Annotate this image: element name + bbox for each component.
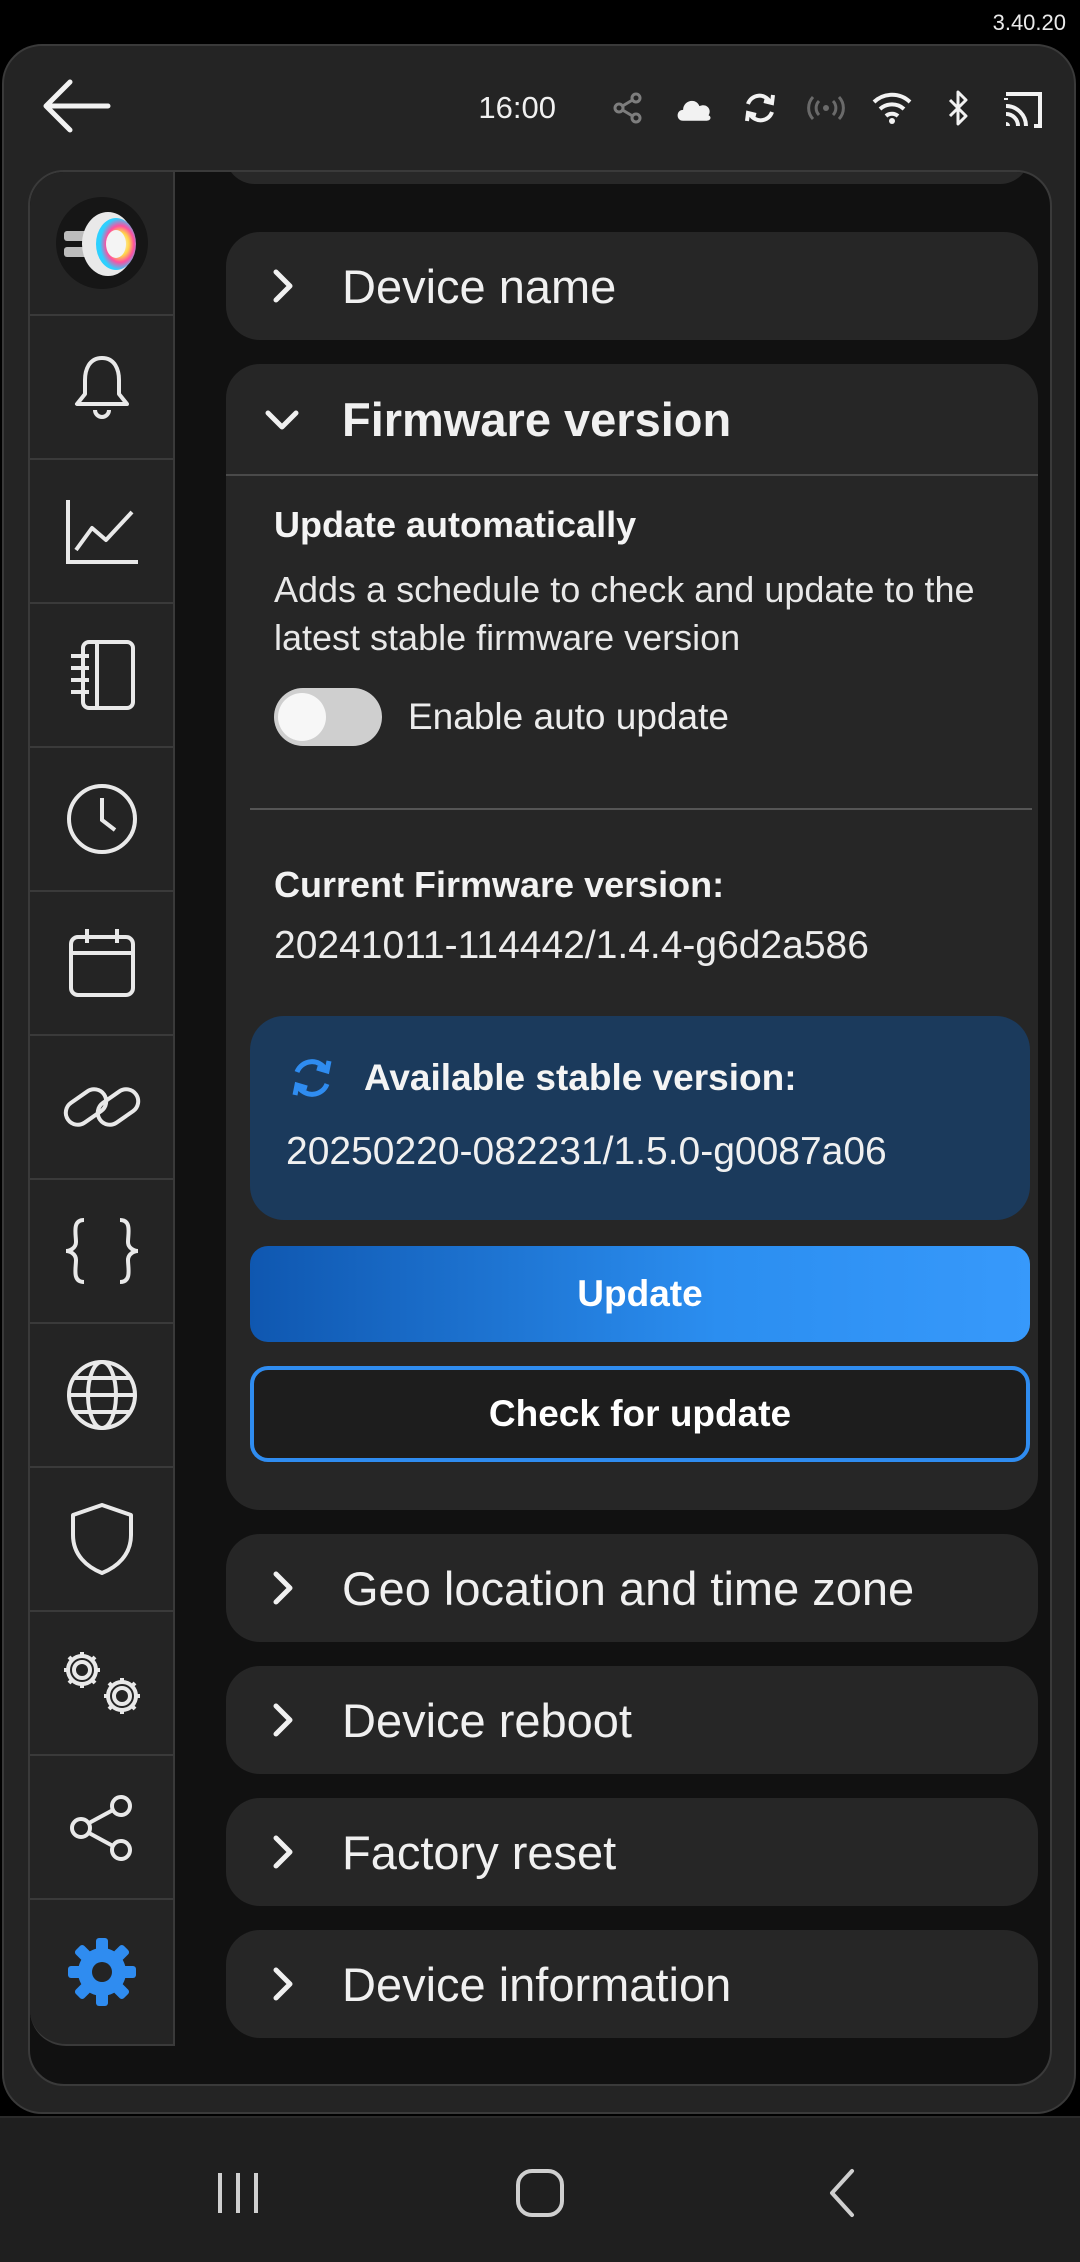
system-navigation-bar	[0, 2116, 1080, 2262]
auto-update-label: Enable auto update	[408, 696, 729, 737]
current-firmware-title: Current Firmware version:	[274, 864, 725, 905]
sidebar-item-statistics[interactable]	[30, 460, 173, 604]
auto-update-toggle[interactable]	[274, 688, 382, 746]
chevron-right-icon	[273, 1967, 293, 2001]
gear-icon	[67, 1938, 136, 2006]
arrow-left-icon	[43, 79, 111, 133]
recent-apps-button[interactable]	[198, 2158, 278, 2228]
available-version-title: Available stable version:	[364, 1057, 797, 1098]
previous-section-edge	[225, 172, 1030, 184]
recents-icon	[218, 2173, 258, 2213]
sidebar-item-network[interactable]	[30, 1324, 173, 1468]
clock-icon	[66, 784, 137, 854]
section-title: Geo location and time zone	[342, 1561, 915, 1615]
bell-icon	[74, 356, 129, 419]
home-button[interactable]	[500, 2158, 580, 2228]
chevron-right-icon	[273, 269, 293, 303]
section-device-name[interactable]: Device name	[226, 232, 1038, 340]
sync-icon	[292, 1059, 332, 1097]
section-title: Device reboot	[342, 1693, 632, 1747]
bluetooth-icon	[938, 88, 978, 128]
sidebar	[30, 172, 175, 2046]
section-title: Firmware version	[342, 392, 732, 446]
section-title: Device information	[342, 1957, 732, 2011]
system-back-button[interactable]	[804, 2158, 884, 2228]
section-device-reboot[interactable]: Device reboot	[226, 1666, 1038, 1774]
sidebar-item-notifications[interactable]	[30, 316, 173, 460]
section-factory-reset[interactable]: Factory reset	[226, 1798, 1038, 1906]
sidebar-item-advanced[interactable]	[30, 1612, 173, 1756]
sidebar-item-settings[interactable]	[30, 1900, 173, 2044]
chevron-right-icon	[273, 1703, 293, 1737]
check-for-update-button[interactable]: Check for update	[250, 1366, 1030, 1462]
current-firmware-value: 20241011-114442/1.4.4-g6d2a586	[274, 924, 869, 967]
share-icon	[69, 1795, 132, 1861]
sidebar-item-logs[interactable]	[30, 604, 173, 748]
firmware-header[interactable]: Firmware version	[226, 364, 1038, 476]
wifi-icon	[872, 88, 912, 128]
cast-icon	[1004, 88, 1044, 128]
cloud-icon	[674, 88, 714, 128]
back-button[interactable]	[38, 76, 112, 136]
sidebar-item-scripts[interactable]	[30, 1180, 173, 1324]
globe-icon	[66, 1360, 137, 1430]
braces-icon	[65, 1218, 138, 1284]
home-icon	[516, 2169, 564, 2217]
update-button[interactable]: Update	[250, 1246, 1030, 1342]
link-icon	[63, 1087, 140, 1127]
main-panel: Device name Firmware version Update auto…	[28, 170, 1052, 2086]
section-title: Factory reset	[342, 1825, 617, 1879]
sidebar-item-schedules[interactable]	[30, 892, 173, 1036]
section-geo-location[interactable]: Geo location and time zone	[226, 1534, 1038, 1642]
gears-icon	[63, 1652, 140, 1714]
sidebar-item-sharing[interactable]	[30, 1756, 173, 1900]
shield-icon	[70, 1503, 133, 1575]
chevron-right-icon	[273, 1835, 293, 1869]
status-bar: 16:00	[478, 84, 1044, 132]
chevron-down-icon	[265, 410, 299, 430]
section-title: Device name	[342, 259, 617, 313]
auto-update-title: Update automatically	[274, 504, 637, 545]
smart-plug-icon	[55, 197, 148, 289]
sidebar-item-security[interactable]	[30, 1468, 173, 1612]
share-icon	[608, 88, 648, 128]
section-firmware: Firmware version Update automatically Ad…	[226, 364, 1038, 1510]
sync-icon	[740, 88, 780, 128]
notebook-icon	[70, 640, 135, 710]
settings-content: Device name Firmware version Update auto…	[175, 172, 1050, 2084]
sidebar-item-device[interactable]	[30, 172, 173, 316]
section-device-information[interactable]: Device information	[226, 1930, 1038, 2038]
chart-line-icon	[65, 500, 138, 564]
auto-update-description: Adds a schedule to check and update to t…	[274, 569, 975, 658]
status-clock: 16:00	[478, 90, 556, 125]
chevron-left-icon	[830, 2169, 854, 2217]
calendar-icon	[68, 929, 135, 997]
sidebar-item-actions[interactable]	[30, 1036, 173, 1180]
available-version-value: 20250220-082231/1.5.0-g0087a06	[286, 1130, 887, 1173]
app-version-label: 3.40.20	[992, 10, 1066, 35]
sidebar-item-timers[interactable]	[30, 748, 173, 892]
broadcast-icon	[806, 88, 846, 128]
divider	[250, 808, 1032, 810]
chevron-right-icon	[273, 1571, 293, 1605]
available-version-box: Available stable version: 20250220-08223…	[250, 1016, 1030, 1220]
